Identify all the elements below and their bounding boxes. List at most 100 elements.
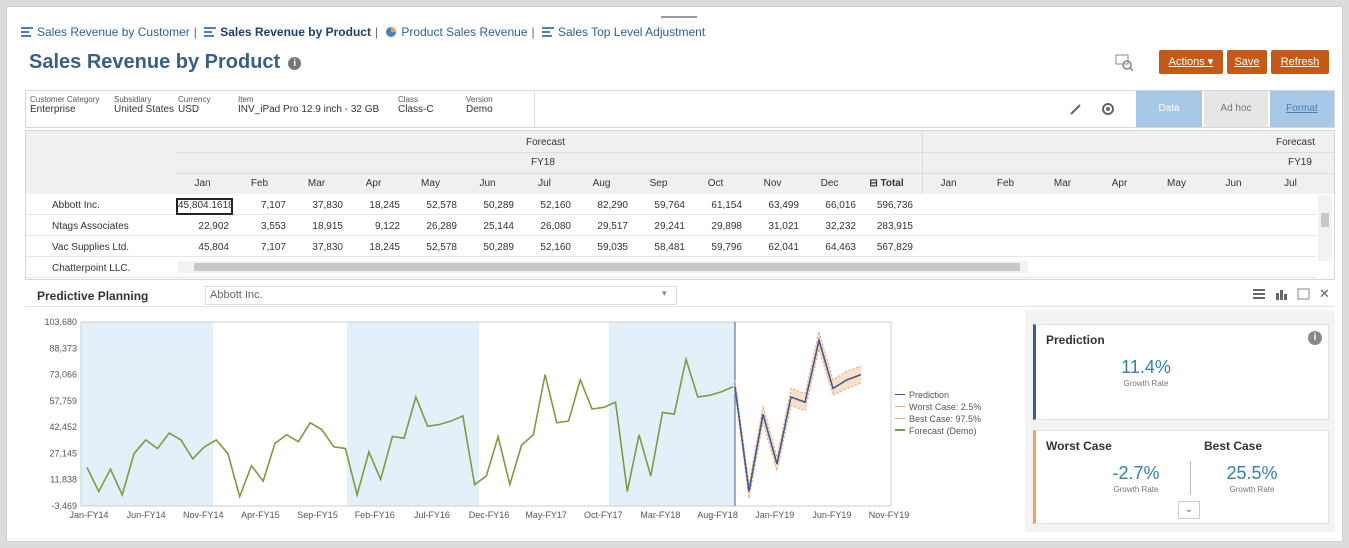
grid-cell[interactable]: 62,041 <box>746 242 799 253</box>
info-icon[interactable]: i <box>288 57 302 70</box>
grid-cell[interactable]: 32,232 <box>803 221 856 232</box>
worst-title: Worst Case <box>1046 439 1112 453</box>
tab-data[interactable]: Data <box>1136 91 1202 127</box>
breadcrumb-item-product[interactable]: Sales Revenue by Product <box>204 25 371 39</box>
chart-icon[interactable] <box>1275 288 1289 303</box>
grid-cell[interactable]: 3,553 <box>233 221 286 232</box>
grid-cell[interactable]: 64,463 <box>803 242 856 253</box>
grid-cell[interactable]: 567,829 <box>860 242 913 253</box>
breadcrumb-item-customer[interactable]: Sales Revenue by Customer <box>21 25 190 39</box>
grid-cell[interactable]: 52,578 <box>404 200 457 211</box>
grid-cell[interactable]: 18,245 <box>347 242 400 253</box>
grid-cell[interactable]: 596,736 <box>860 200 913 211</box>
vertical-scrollbar[interactable] <box>1318 195 1332 261</box>
pov-version[interactable]: Version Demo <box>466 95 493 115</box>
save-button[interactable]: Save <box>1227 50 1267 74</box>
best-growth-label: Growth Rate <box>1229 485 1275 494</box>
grid-cell[interactable]: 59,764 <box>632 200 685 211</box>
grid-cell[interactable]: 9,122 <box>347 221 400 232</box>
refresh-button[interactable]: Refresh <box>1271 50 1329 74</box>
grid-cell[interactable]: 29,517 <box>575 221 628 232</box>
grid-cell[interactable]: 66,016 <box>803 200 856 211</box>
pov-class[interactable]: Class Class-C <box>398 95 434 115</box>
column-header-aug: Aug <box>592 178 611 189</box>
member-select[interactable]: Abbott Inc. ▾ <box>205 286 677 305</box>
x-tick-label: Aug-FY18 <box>697 510 738 520</box>
grid-cell[interactable]: 61,154 <box>689 200 742 211</box>
column-header-total: ⊟ Total <box>869 178 904 189</box>
close-icon[interactable]: ✕ <box>1319 286 1330 302</box>
column-header-jul: Jul <box>1284 178 1297 189</box>
drag-handle[interactable] <box>661 16 697 18</box>
x-tick-label: Nov-FY19 <box>869 510 910 520</box>
grid-cell[interactable]: 45,804.1618 <box>176 198 234 215</box>
grid-cell[interactable]: 45,804 <box>176 242 229 253</box>
pov-currency[interactable]: Currency USD <box>178 95 210 115</box>
breadcrumb-item-product-sales[interactable]: Product Sales Revenue <box>385 25 528 39</box>
best-value: 25.5% <box>1226 463 1278 483</box>
info-icon[interactable]: i <box>1308 331 1322 345</box>
grid-cell[interactable]: 37,830 <box>290 242 343 253</box>
grid-cell[interactable]: 29,241 <box>632 221 685 232</box>
grid-cell[interactable]: 25,144 <box>461 221 514 232</box>
grid-cell[interactable]: 58,481 <box>632 242 685 253</box>
grid-cell[interactable]: 63,499 <box>746 200 799 211</box>
column-header-dec: Dec <box>820 178 839 189</box>
column-header-sep: Sep <box>649 178 668 189</box>
grid-cell[interactable]: 52,160 <box>518 200 571 211</box>
grid-cell[interactable]: 18,245 <box>347 200 400 211</box>
column-header-may: May <box>421 178 440 189</box>
pov-item[interactable]: Item INV_iPad Pro 12.9 inch - 32 GB <box>238 95 379 115</box>
grid-cell[interactable]: 37,830 <box>290 200 343 211</box>
edit-icon[interactable] <box>1068 101 1084 120</box>
scrollbar-thumb[interactable] <box>194 263 1020 271</box>
search-member-icon[interactable] <box>1115 54 1135 72</box>
grid-cell[interactable]: 52,578 <box>404 242 457 253</box>
grid-cell[interactable]: 7,107 <box>233 242 286 253</box>
row-header[interactable]: Chatterpoint LLC. <box>52 263 130 274</box>
maximize-icon[interactable] <box>1297 288 1311 303</box>
y-tick-label: 11,838 <box>50 475 77 485</box>
grid-cell[interactable]: 59,796 <box>689 242 742 253</box>
row-header[interactable]: Abbott Inc. <box>52 200 100 211</box>
tab-format[interactable]: Format <box>1270 91 1334 127</box>
legend-item-prediction: Prediction <box>895 389 981 401</box>
tab-adhoc[interactable]: Ad hoc <box>1204 91 1268 127</box>
forecast-chart: 103,680 88,373 73,066 57,759 42,452 27,145 11,… <box>44 317 910 520</box>
row-header[interactable]: Ntags Associates <box>52 221 129 232</box>
grid-cell[interactable]: 50,289 <box>461 200 514 211</box>
breadcrumb: Sales Revenue by Customer | Sales Revenue… <box>21 25 705 39</box>
predictive-panel: Predictive Planning Abbott Inc. ▾ ✕ 103,… <box>25 284 1335 532</box>
grid-cell[interactable]: 59,035 <box>575 242 628 253</box>
y-tick-label: 42,452 <box>49 422 77 432</box>
grid-cell[interactable]: 7,107 <box>233 200 286 211</box>
x-tick-label: Oct-FY17 <box>584 510 623 520</box>
x-tick-label: Feb-FY16 <box>355 510 395 520</box>
grid-cell[interactable]: 22,902 <box>176 221 229 232</box>
list-icon[interactable] <box>1253 288 1267 303</box>
scrollbar-thumb[interactable] <box>1321 213 1329 227</box>
grid-cell[interactable]: 50,289 <box>461 242 514 253</box>
chevron-down-icon[interactable]: ⌄ <box>1178 501 1200 519</box>
page-title: Sales Revenue by Product i <box>29 51 302 74</box>
column-header-jun: Jun <box>479 178 496 189</box>
row-header[interactable]: Vac Supplies Ltd. <box>52 242 129 253</box>
gear-icon[interactable] <box>1100 101 1116 120</box>
scenario-label: Forecast <box>526 137 565 148</box>
grid-cell[interactable]: 29,898 <box>689 221 742 232</box>
grid-cell[interactable]: 52,160 <box>518 242 571 253</box>
actions-button[interactable]: Actions ▾ <box>1159 50 1223 74</box>
page: Sales Revenue by Customer | Sales Revenue… <box>6 6 1343 542</box>
grid-cell[interactable]: 283,915 <box>860 221 913 232</box>
grid-cell[interactable]: 26,080 <box>518 221 571 232</box>
pov-customer-category[interactable]: Customer Category Enterprise <box>30 95 99 115</box>
grid-cell[interactable]: 82,290 <box>575 200 628 211</box>
x-tick-label: Jun-FY19 <box>812 510 851 520</box>
horizontal-scrollbar[interactable] <box>178 261 1028 273</box>
breadcrumb-item-adjustment[interactable]: Sales Top Level Adjustment <box>541 25 705 39</box>
pov-subsidiary[interactable]: Subsidiary United States <box>114 95 174 115</box>
grid-cell[interactable]: 31,021 <box>746 221 799 232</box>
grid-cell[interactable]: 26,289 <box>404 221 457 232</box>
legend-item-forecast: Forecast (Demo) <box>895 425 981 437</box>
grid-cell[interactable]: 18,915 <box>290 221 343 232</box>
